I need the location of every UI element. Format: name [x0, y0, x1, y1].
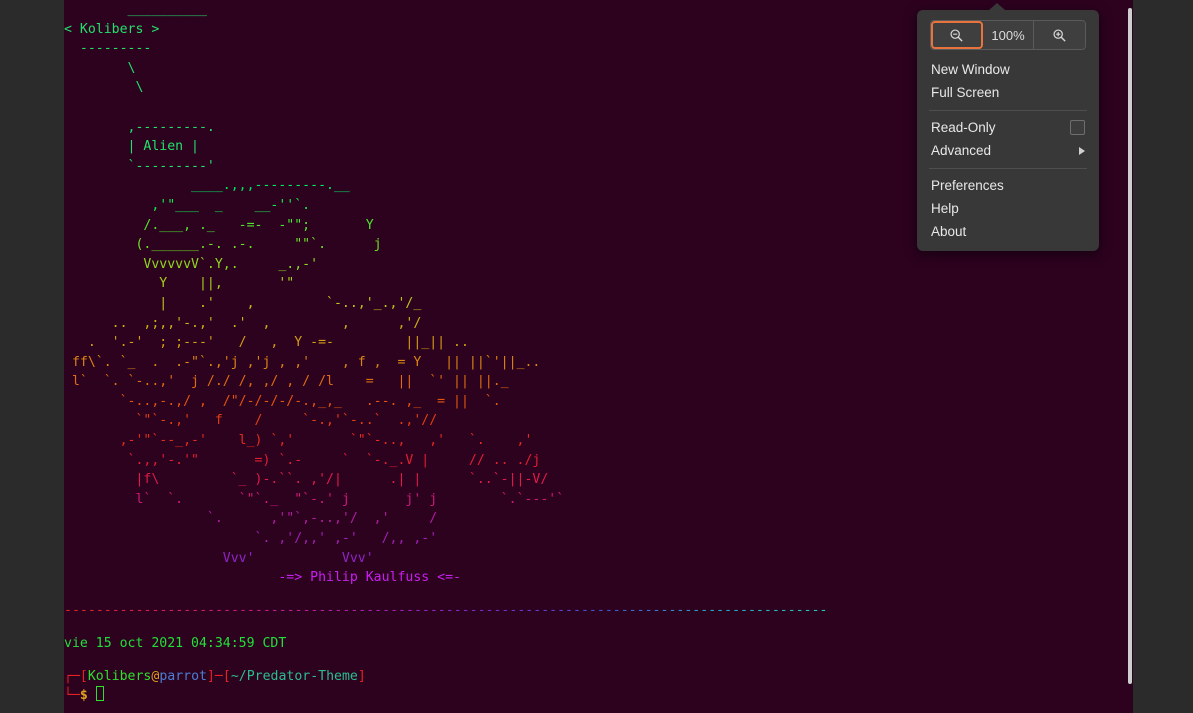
- art-line: `. ,'"`,-..,'/ ,' /: [64, 511, 438, 527]
- art-line: `"`-.,' f / `-.,'`-..` .,'//: [64, 413, 438, 429]
- zoom-control-group[interactable]: 100%: [930, 20, 1086, 50]
- art-line: `-..,-.,/ , /"/-/-/-/-.,_,_ .--. ,_ = ||…: [64, 393, 501, 409]
- art-line: /.___, ._ -=- -""; Y: [64, 217, 374, 233]
- terminal-context-menu[interactable]: 100% New Window Full Screen Read-Only Ad…: [917, 3, 1099, 251]
- menu-item-read-only[interactable]: Read-Only: [917, 116, 1099, 139]
- menu-item-preferences[interactable]: Preferences: [917, 174, 1099, 197]
- art-line: `. ,'/,,' ,-' /,, ,-': [64, 531, 438, 547]
- prompt-dash: ─: [214, 668, 223, 684]
- art-line: .. ,;,,'-.,' .' , , ,'/: [64, 315, 422, 331]
- prompt-path: ~/Predator-Theme: [230, 668, 358, 684]
- prompt-path-bracket-open: [: [222, 668, 231, 684]
- art-line: ,-'"`--_,-' l_) `,' `"`-.., ,' `. ,': [64, 433, 533, 449]
- art-line: VvvvvvV`.Y,. _.,-': [64, 256, 319, 272]
- prompt-user: Kolibers: [87, 668, 152, 684]
- screen: __________ < Kolibers > --------- \ \ ,-…: [0, 0, 1193, 713]
- menu-divider: [929, 168, 1087, 169]
- zoom-percent-label: 100%: [991, 27, 1025, 43]
- terminal-scrollbar[interactable]: [1127, 0, 1133, 713]
- zoom-out-icon: [950, 28, 963, 42]
- zoom-in-button[interactable]: [1034, 21, 1085, 49]
- menu-item-label: Advanced: [931, 143, 992, 158]
- scrollbar-thumb[interactable]: [1128, 8, 1132, 684]
- banner-bubble-top: ,---------.: [64, 119, 215, 135]
- terminal-cursor[interactable]: [95, 686, 104, 702]
- date-output: vie 15 oct 2021 04:34:59 CDT: [64, 634, 828, 654]
- art-line: |f\ `_ )-.``. ,'/| .| | `..`-||-V/: [64, 472, 549, 488]
- art-line: | .' , `-..,'_.,'/_: [64, 295, 422, 311]
- art-line: `.,,'-.'" =) `.- ` `-._.V | // .. ./j: [64, 452, 541, 468]
- checkbox-unchecked-icon[interactable]: [1070, 120, 1085, 135]
- menu-pointer-tail: [989, 3, 1005, 10]
- banner-bubble-bottom: `---------': [64, 158, 215, 174]
- banner-speech-kolibers: < Kolibers >: [64, 21, 160, 37]
- art-line: l` `. `"`._ "`-.' j j' j `.`---'`: [64, 491, 565, 507]
- menu-item-label: Preferences: [931, 178, 1004, 193]
- art-line: (.______.-. .-. ""`. j: [64, 237, 382, 253]
- ascii-banner: __________ < Kolibers > --------- \ \ ,-…: [64, 0, 828, 176]
- zoom-level-display[interactable]: 100%: [982, 21, 1035, 49]
- zoom-out-button[interactable]: [931, 21, 983, 49]
- rainbow-separator: ----------------------------------------…: [64, 603, 828, 618]
- banner-bubble-mid: | Alien |: [64, 139, 199, 155]
- menu-item-label: Full Screen: [931, 85, 1000, 100]
- prompt-path-bracket-close: ]: [357, 668, 366, 684]
- date-text: vie 15 oct 2021 04:34:59 CDT: [64, 635, 287, 651]
- menu-item-label: Read-Only: [931, 120, 996, 135]
- prompt-branch-top: ┌─: [64, 668, 80, 684]
- prompt-branch-bottom: └─: [64, 688, 80, 704]
- chevron-right-icon: [1079, 146, 1085, 155]
- art-line: ff\`. `_ . .-"`.,'j ,'j , ,' , f , = Y |…: [64, 354, 541, 370]
- zoom-in-icon: [1053, 28, 1066, 42]
- prompt-bracket-close: ]: [206, 668, 215, 684]
- terminal-output: __________ < Kolibers > --------- \ \ ,-…: [64, 0, 828, 713]
- banner-pointer-2: \: [64, 80, 144, 96]
- menu-item-label: About: [931, 224, 967, 239]
- menu-item-full-screen[interactable]: Full Screen: [917, 81, 1099, 104]
- menu-item-advanced[interactable]: Advanced: [917, 139, 1099, 162]
- menu-item-label: New Window: [931, 62, 1010, 77]
- ascii-art-body: ____.,,,---------.__ ,'"___ _ __-''`. /.…: [64, 176, 828, 568]
- art-line: ____.,,,---------.__: [64, 178, 350, 194]
- art-line: Vvv' Vvv': [64, 550, 374, 566]
- prompt-bracket-open: [: [79, 668, 88, 684]
- prompt-dollar: $: [79, 688, 88, 704]
- signature-block: -=> Philip Kaulfuss <=-: [64, 568, 828, 588]
- author-signature: -=> Philip Kaulfuss <=-: [64, 570, 461, 586]
- art-line: l` `. `-..,' j /./ /, ,/ , / /l = || `' …: [64, 374, 509, 390]
- banner-dashes: ---------: [64, 41, 152, 57]
- menu-item-new-window[interactable]: New Window: [917, 58, 1099, 81]
- prompt-host: parrot: [159, 668, 207, 684]
- menu-item-label: Help: [931, 201, 959, 216]
- art-line: Y ||, '": [64, 276, 295, 292]
- art-line: ,'"___ _ __-''`.: [64, 197, 311, 213]
- banner-top-rule: __________: [64, 2, 207, 17]
- menu-divider: [929, 110, 1087, 111]
- banner-pointer-1: \: [64, 60, 136, 76]
- menu-item-about[interactable]: About: [917, 220, 1099, 243]
- shell-prompt[interactable]: ┌─[Kolibers@parrot]─[~/Predator-Theme] └…: [64, 667, 828, 706]
- art-line: . '.-' ; ;---' / , Y -=- ||_|| ..: [64, 335, 469, 351]
- menu-item-help[interactable]: Help: [917, 197, 1099, 220]
